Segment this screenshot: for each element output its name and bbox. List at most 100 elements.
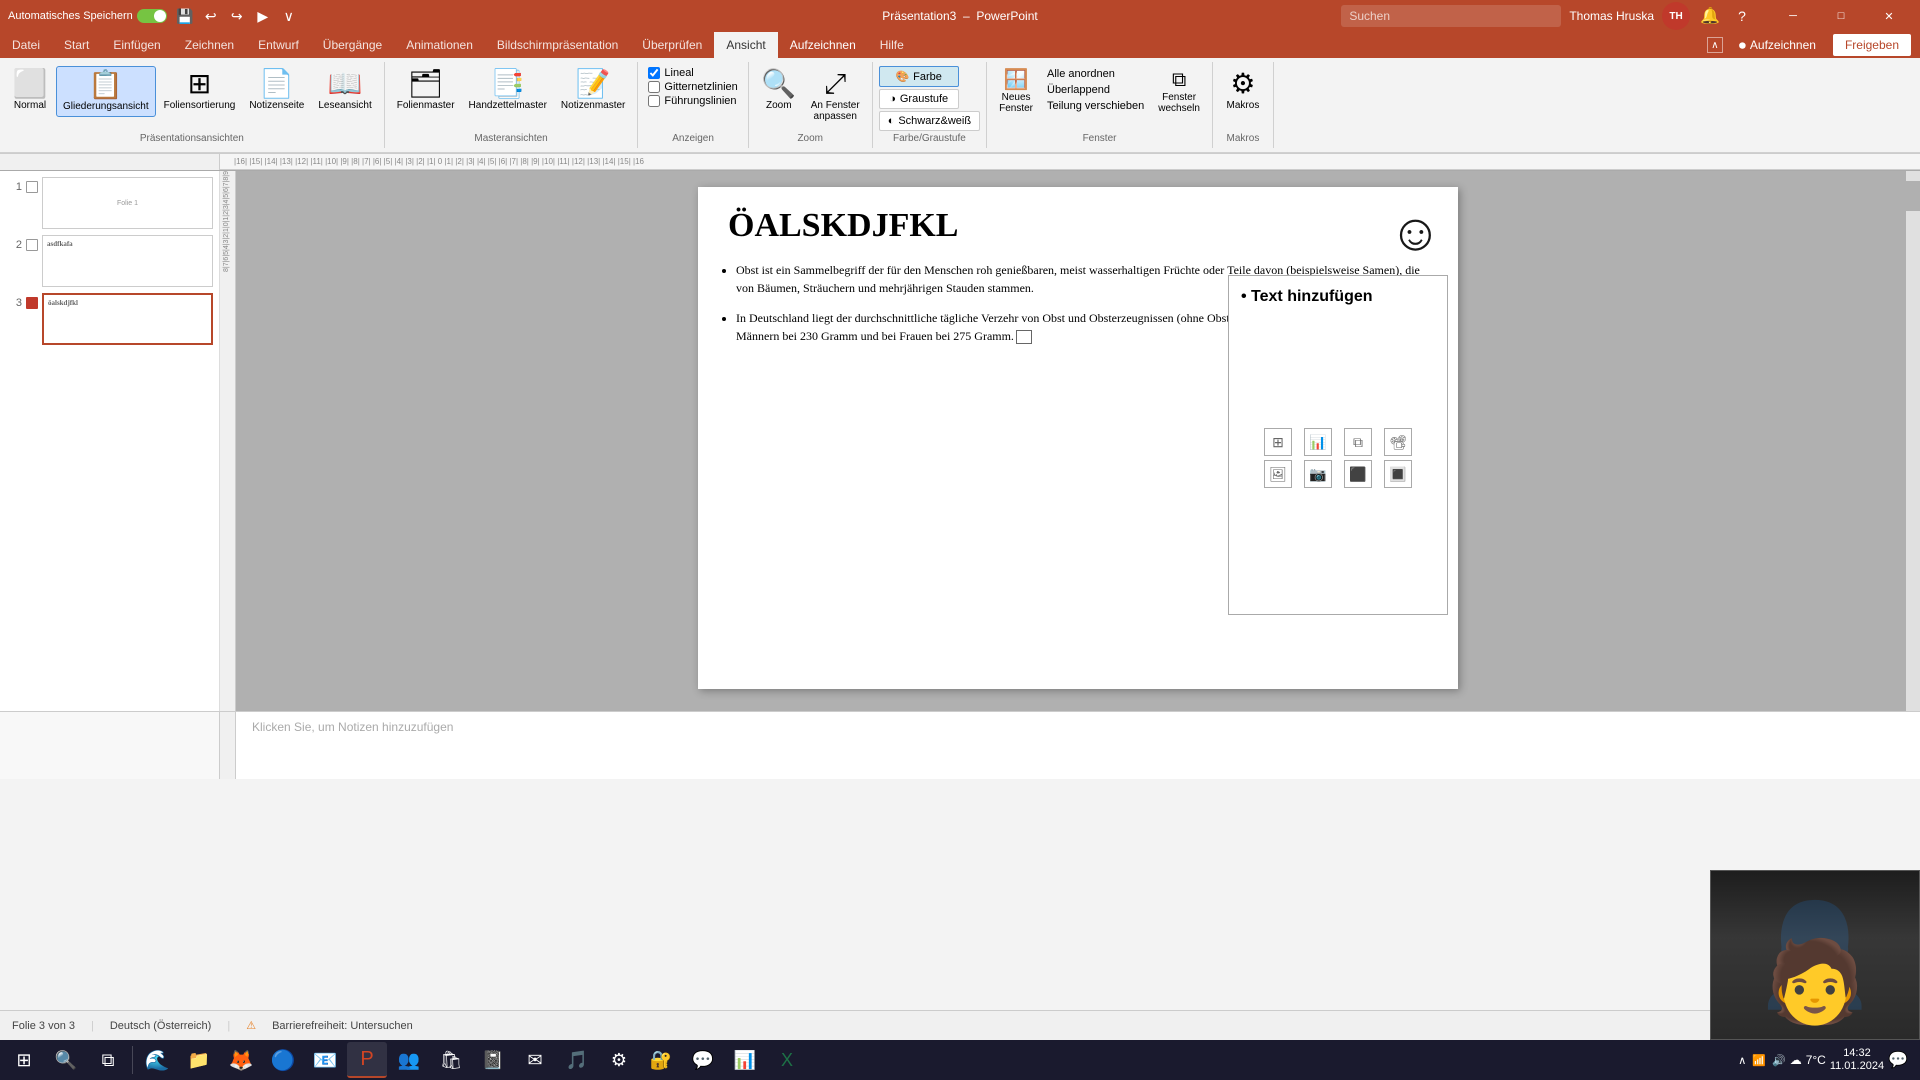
present-icon[interactable]: ▶ [251,4,275,28]
task-view-button[interactable]: ⧉ [88,1042,128,1078]
more-icon[interactable]: ∨ [277,4,301,28]
ueberlappend-button[interactable]: Überlappend [1041,82,1150,98]
app11-button[interactable]: 📊 [725,1042,765,1078]
slide-img-3[interactable]: öalskdjfkl [42,293,213,345]
leseansicht-button[interactable]: 📖 Leseansicht [312,66,377,115]
tab-ueberpruefen[interactable]: Überprüfen [630,32,714,58]
group-label-prasentationsansichten: Präsentationsansichten [6,131,378,144]
gliederungsansicht-button[interactable]: 📋 Gliederungsansicht [56,66,156,117]
foliensortierung-button[interactable]: ⊞ Foliensortierung [158,66,242,115]
outlook-button[interactable]: 📧 [305,1042,345,1078]
icons-insert-icon[interactable]: ⬛ [1344,460,1372,488]
collapse-ribbon-button[interactable]: ∧ [1707,37,1723,53]
record-button[interactable]: ⏺ Aufzeichnen [1727,33,1828,58]
gitternetz-checkbox[interactable]: Gitternetzlinien [644,80,741,94]
app9-button[interactable]: 🔐 [641,1042,681,1078]
slide-canvas[interactable]: ☺ ÖALSKDJFKL Obst ist ein Sammelbegriff … [698,187,1458,689]
share-button[interactable]: Freigeben [1832,33,1912,57]
handzettelmaster-button[interactable]: 📑 Handzettelmaster [463,66,553,115]
slide-thumb-1[interactable]: 1 Folie 1 [4,175,215,231]
smartart-insert-icon[interactable]: ⧉ [1344,428,1372,456]
app8-button[interactable]: ⚙ [599,1042,639,1078]
tab-start[interactable]: Start [52,32,101,58]
onenote-button[interactable]: 📓 [473,1042,513,1078]
teams-button[interactable]: 👥 [389,1042,429,1078]
fenster-wechseln-button[interactable]: ⧉ Fensterwechseln [1152,66,1206,118]
slide-thumb-2[interactable]: 2 asdfkafa [4,233,215,289]
neues-fenster-button[interactable]: 🪟 NeuesFenster [993,66,1039,118]
fenster-wechseln-icon: ⧉ [1172,70,1186,90]
tab-bildschirm[interactable]: Bildschirmpräsentation [485,32,630,58]
minimize-button[interactable]: ─ [1770,0,1816,32]
file-name: Präsentation3 [882,9,956,23]
powerpoint-taskbar-button[interactable]: P [347,1042,387,1078]
notes-area[interactable]: Klicken Sie, um Notizen hinzuzufügen [236,712,1920,779]
title-bar: Automatisches Speichern 💾 ↩ ↪ ▶ ∨ Präsen… [0,0,1920,32]
photo-insert-icon[interactable]: 📷 [1304,460,1332,488]
close-button[interactable]: ✕ [1866,0,1912,32]
teilung-button[interactable]: Teilung verschieben [1041,98,1150,114]
tab-hilfe[interactable]: Hilfe [868,32,916,58]
tab-einfuegen[interactable]: Einfügen [101,32,172,58]
redo-icon[interactable]: ↪ [225,4,249,28]
farbe-button[interactable]: 🎨 Farbe [879,66,959,87]
zoom-button[interactable]: 🔍 Zoom [755,66,803,115]
title-left: Automatisches Speichern 💾 ↩ ↪ ▶ ∨ [8,4,643,28]
app10-button[interactable]: 💬 [683,1042,723,1078]
table-insert-icon[interactable]: ⊞ [1264,428,1292,456]
edge-button[interactable]: 🌊 [137,1042,177,1078]
group-label-zoom: Zoom [755,131,866,144]
alle-anordnen-button[interactable]: Alle anordnen [1041,66,1150,82]
lineal-checkbox[interactable]: Lineal [644,66,741,80]
firefox-button[interactable]: 🦊 [221,1042,261,1078]
slide-img-2[interactable]: asdfkafa [42,235,213,287]
slide-title[interactable]: ÖALSKDJFKL [698,187,1458,253]
makros-button[interactable]: ⚙ Makros [1219,66,1267,115]
excel-button[interactable]: X [767,1042,807,1078]
3d-insert-icon[interactable]: 🔳 [1384,460,1412,488]
help-icon[interactable]: ? [1730,4,1754,28]
media-insert-icon[interactable]: 📽 [1384,428,1412,456]
search-taskbar-button[interactable]: 🔍 [46,1042,86,1078]
maximize-button[interactable]: □ [1818,0,1864,32]
tab-datei[interactable]: Datei [0,32,52,58]
tab-entwurf[interactable]: Entwurf [246,32,311,58]
schwarzweiss-button[interactable]: ◐ Schwarz&weiß [879,111,980,131]
explorer-button[interactable]: 📁 [179,1042,219,1078]
notizenmaster-button[interactable]: 📝 Notizenmaster [555,66,631,115]
save-icon[interactable]: 💾 [173,4,197,28]
notification-icon[interactable]: 💬 [1888,1050,1908,1070]
search-input[interactable] [1341,5,1561,27]
tab-uebergaenge[interactable]: Übergänge [311,32,394,58]
normal-button[interactable]: ⬜ Normal [6,66,54,115]
folienmaster-button[interactable]: 🗂 Folienmaster [391,66,461,115]
group-label-anzeigen: Anzeigen [644,131,741,144]
tab-dictation[interactable]: Aufzeichnen [778,32,868,58]
graustufe-button[interactable]: ◑ Graustufe [879,89,959,109]
chrome-button[interactable]: 🔵 [263,1042,303,1078]
notizenseite-button[interactable]: 📄 Notizenseite [243,66,310,115]
tray-up-icon[interactable]: ∧ [1738,1054,1746,1067]
scrollbar-track[interactable] [1906,171,1920,711]
store-button[interactable]: 🛍 [431,1042,471,1078]
tab-zeichnen[interactable]: Zeichnen [173,32,246,58]
start-button[interactable]: ⊞ [4,1042,44,1078]
tab-animationen[interactable]: Animationen [394,32,485,58]
fuehrungslinien-checkbox[interactable]: Führungslinien [644,94,741,108]
autosave-toggle[interactable] [137,9,167,23]
ribbon-icon[interactable]: 🔔 [1698,4,1722,28]
app7-button[interactable]: 🎵 [557,1042,597,1078]
accessibility-info: ⚠ [246,1019,256,1032]
autosave-label: Automatisches Speichern [8,10,133,22]
slide-right-box[interactable]: • Text hinzufügen ⊞ 📊 ⧉ 📽 🖼 📷 ⬛ [1228,275,1448,615]
tab-ansicht[interactable]: Ansicht [714,32,777,58]
an-fenster-button[interactable]: ⤢ An Fensteranpassen [805,66,866,126]
undo-icon[interactable]: ↩ [199,4,223,28]
picture-insert-icon[interactable]: 🖼 [1264,460,1292,488]
slide-thumb-3[interactable]: 3 öalskdjfkl [4,291,215,347]
chart-insert-icon[interactable]: 📊 [1304,428,1332,456]
scrollbar-thumb[interactable] [1906,181,1920,211]
app6-button[interactable]: ✉ [515,1042,555,1078]
fenster-top: 🪟 NeuesFenster Alle anordnen Überlappend… [993,66,1206,131]
slide-img-1[interactable]: Folie 1 [42,177,213,229]
